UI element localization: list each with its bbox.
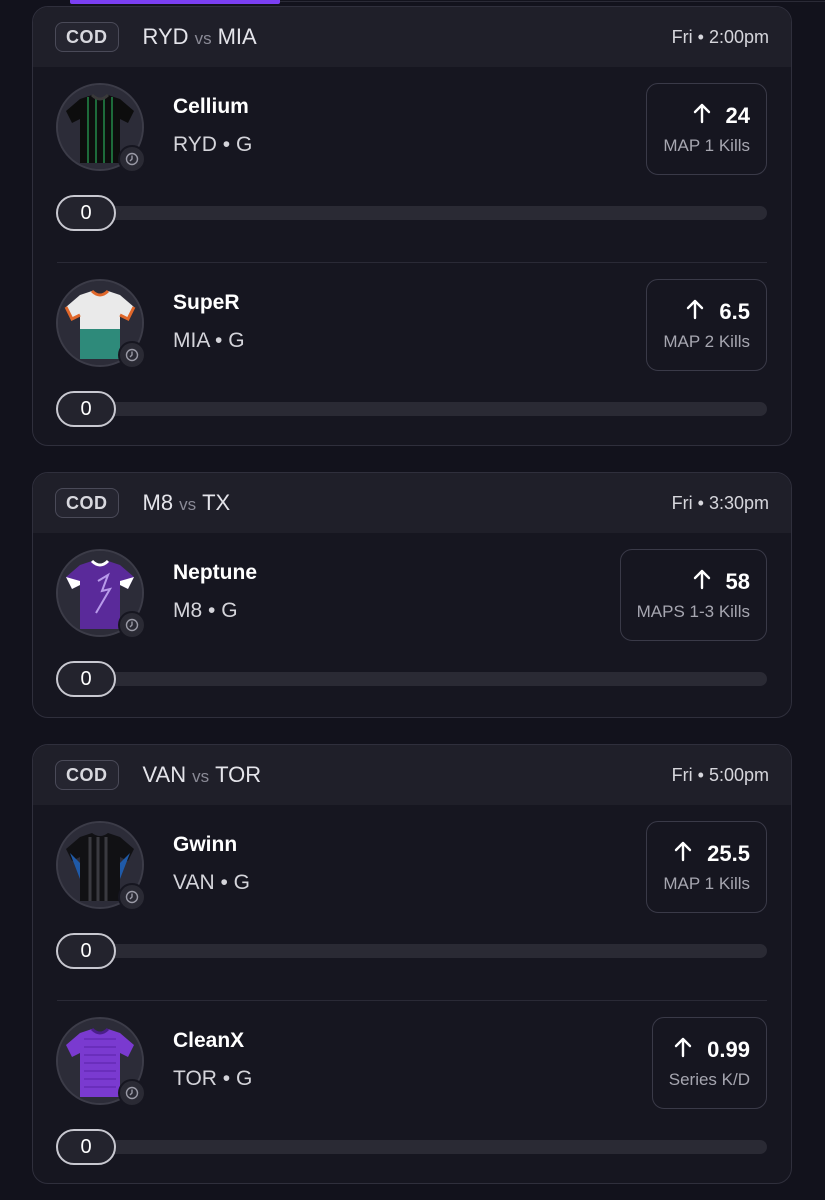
clock-icon	[118, 611, 146, 639]
league-badge: COD	[55, 22, 119, 52]
stat-line-box[interactable]: 58 MAPS 1-3 Kills	[619, 549, 767, 641]
progress-bar: 0	[56, 661, 767, 697]
team-b: TX	[202, 490, 231, 515]
team-a: M8	[142, 490, 174, 515]
team-a: VAN	[142, 762, 187, 787]
game-time: Fri • 3:30pm	[671, 492, 769, 513]
stat-line-box[interactable]: 0.99 Series K/D	[651, 1017, 767, 1109]
stat-label: MAP 1 Kills	[663, 136, 750, 155]
progress-bar: 0	[56, 195, 767, 231]
player-team-position: MIA • G	[173, 329, 245, 352]
stat-line-box[interactable]: 6.5 MAP 2 Kills	[646, 279, 767, 371]
progress-bar: 0	[56, 391, 767, 427]
progress-track	[76, 944, 767, 958]
team-a: RYD	[142, 24, 189, 49]
player-name: Neptune	[173, 561, 257, 584]
stat-line-value: 24	[725, 103, 750, 128]
team-b: MIA	[217, 24, 257, 49]
vs-label: vs	[194, 29, 212, 48]
player-row-neptune[interactable]: Neptune M8 • G 58 MAPS 1-3 Kills 0	[33, 533, 791, 717]
stat-line-box[interactable]: 24 MAP 1 Kills	[646, 83, 767, 175]
stat-line-value: 58	[725, 569, 750, 594]
player-avatar	[56, 1017, 146, 1107]
stat-label: MAP 2 Kills	[663, 332, 750, 351]
player-row-cleanx[interactable]: CleanX TOR • G 0.99 Series K/D 0	[56, 1000, 767, 1183]
player-name: SupeR	[173, 291, 240, 314]
active-tab-indicator	[70, 0, 280, 4]
clock-icon	[118, 883, 146, 911]
player-avatar	[56, 279, 146, 369]
top-divider	[280, 1, 825, 2]
progress-bar: 0	[56, 1129, 767, 1165]
matchup: RYD vs MIA	[143, 24, 257, 50]
progress-track	[76, 1140, 767, 1154]
progress-track	[76, 672, 767, 686]
matchup: M8 vs TX	[143, 490, 231, 516]
league-badge: COD	[55, 488, 119, 518]
stat-label: Series K/D	[668, 1070, 750, 1089]
player-row-cellium[interactable]: Cellium RYD • G 24 MAP 1 Kills 0	[33, 67, 791, 262]
clock-icon	[118, 145, 146, 173]
progress-value: 0	[56, 1129, 116, 1165]
match-header: COD M8 vs TX Fri • 3:30pm	[33, 473, 791, 533]
arrow-up-icon	[673, 840, 693, 868]
player-avatar	[56, 549, 146, 639]
progress-track	[76, 206, 767, 220]
player-name: CleanX	[173, 1029, 245, 1052]
vs-label: vs	[179, 495, 197, 514]
progress-track	[76, 402, 767, 416]
player-avatar	[56, 821, 146, 911]
player-team-position: TOR • G	[173, 1067, 253, 1090]
progress-value: 0	[56, 933, 116, 969]
vs-label: vs	[192, 767, 210, 786]
matchup: VAN vs TOR	[143, 762, 262, 788]
stat-line-value: 6.5	[719, 299, 750, 324]
player-row-gwinn[interactable]: Gwinn VAN • G 25.5 MAP 1 Kills 0	[33, 805, 791, 1000]
stat-line-value: 0.99	[707, 1037, 750, 1062]
player-name: Gwinn	[173, 833, 238, 856]
progress-value: 0	[56, 391, 116, 427]
match-header: COD VAN vs TOR Fri • 5:00pm	[33, 745, 791, 805]
match-card-van-tor: COD VAN vs TOR Fri • 5:00pm Gwinn VAN •	[32, 744, 792, 1184]
clock-icon	[118, 1079, 146, 1107]
league-badge: COD	[55, 760, 119, 790]
team-b: TOR	[215, 762, 262, 787]
stat-label: MAPS 1-3 Kills	[636, 602, 750, 621]
player-team-position: VAN • G	[173, 871, 250, 894]
arrow-up-icon	[692, 568, 712, 596]
progress-value: 0	[56, 661, 116, 697]
player-team-position: M8 • G	[173, 599, 238, 622]
match-card-ryd-mia: COD RYD vs MIA Fri • 2:00pm Cellium RYD	[32, 6, 792, 446]
arrow-up-icon	[673, 1036, 693, 1064]
player-avatar	[56, 83, 146, 173]
arrow-up-icon	[685, 298, 705, 326]
game-time: Fri • 5:00pm	[671, 764, 769, 785]
match-header: COD RYD vs MIA Fri • 2:00pm	[33, 7, 791, 67]
arrow-up-icon	[692, 102, 712, 130]
progress-bar: 0	[56, 933, 767, 969]
player-name: Cellium	[173, 95, 249, 118]
progress-value: 0	[56, 195, 116, 231]
clock-icon	[118, 341, 146, 369]
stat-label: MAP 1 Kills	[663, 874, 750, 893]
stat-line-value: 25.5	[707, 841, 750, 866]
match-card-m8-tx: COD M8 vs TX Fri • 3:30pm Neptune M8 • G…	[32, 472, 792, 718]
game-time: Fri • 2:00pm	[671, 26, 769, 47]
player-team-position: RYD • G	[173, 133, 253, 156]
stat-line-box[interactable]: 25.5 MAP 1 Kills	[646, 821, 767, 913]
player-row-super[interactable]: SupeR MIA • G 6.5 MAP 2 Kills 0	[56, 262, 767, 445]
